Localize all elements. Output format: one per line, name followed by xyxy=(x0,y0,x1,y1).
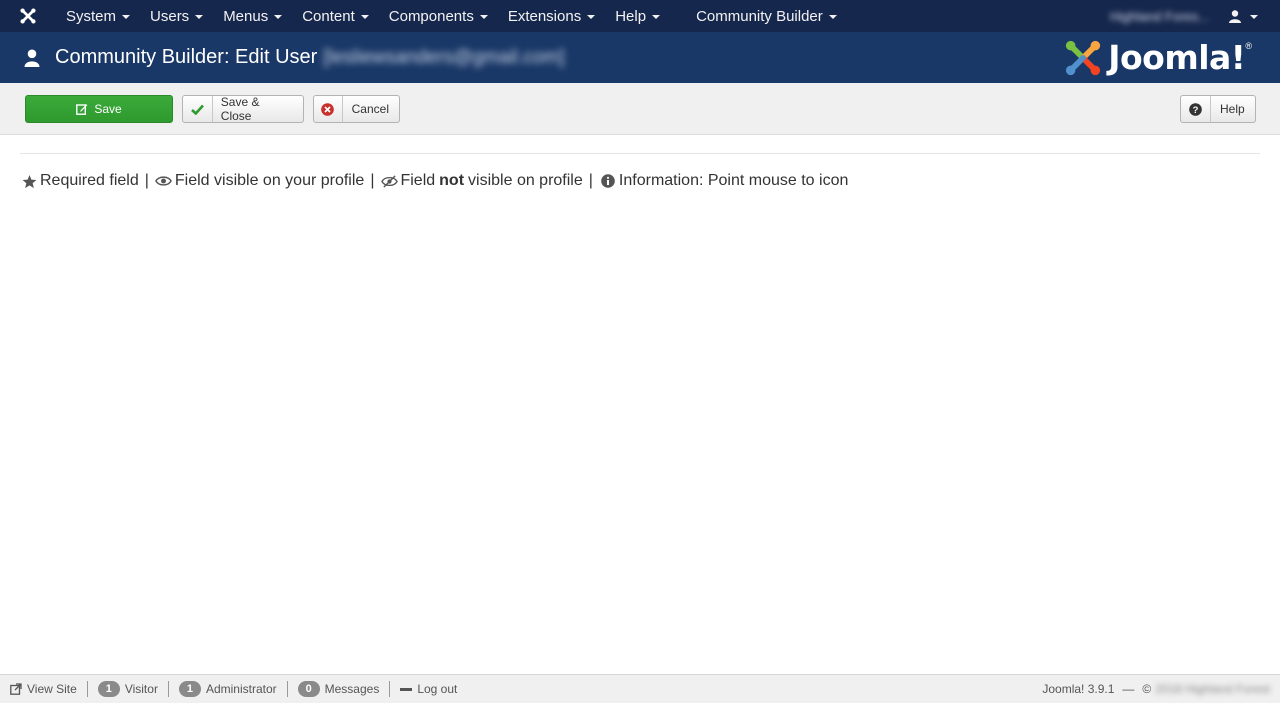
administrator-status[interactable]: 1 Administrator xyxy=(167,681,287,697)
eye-icon xyxy=(155,172,173,190)
page-title: Community Builder: Edit User xyxy=(55,46,318,68)
legend-not-visible-bold: not xyxy=(439,172,465,189)
main-menu: System Users Menus Content Components Ex… xyxy=(56,0,847,32)
legend-info: Information: Point mouse to icon xyxy=(618,172,849,189)
menu-system-label: System xyxy=(66,7,117,25)
field-legend: Required field | Field visible on your p… xyxy=(20,172,848,190)
legend-separator: | xyxy=(144,172,149,189)
chevron-down-icon xyxy=(1250,15,1258,19)
legend-not-visible-pre: Field xyxy=(400,172,436,189)
check-icon xyxy=(183,96,213,122)
cancel-label: Cancel xyxy=(351,102,389,116)
chevron-down-icon xyxy=(274,15,283,19)
visitor-label: Visitor xyxy=(124,682,158,696)
menu-components-label: Components xyxy=(388,7,474,25)
registered-mark: ® xyxy=(1245,40,1252,51)
visitor-status[interactable]: 1 Visitor xyxy=(86,681,168,697)
admin-menubar: System Users Menus Content Components Ex… xyxy=(0,0,1280,32)
menu-extensions-label: Extensions xyxy=(507,7,582,25)
star-icon xyxy=(20,172,38,190)
chevron-down-icon xyxy=(360,15,369,19)
legend-required: Required field xyxy=(40,172,139,189)
menu-community-builder-label: Community Builder xyxy=(696,7,823,25)
menu-help-label: Help xyxy=(615,7,647,25)
legend-not-visible-post: visible on profile xyxy=(468,172,583,189)
nav-right: Highland Fores... xyxy=(1110,0,1280,32)
logout-label: Log out xyxy=(417,682,458,696)
menu-menus[interactable]: Menus xyxy=(213,0,292,32)
user-icon xyxy=(24,49,40,67)
copyright-symbol: © xyxy=(1142,682,1152,696)
cancel-button[interactable]: Cancel xyxy=(313,95,400,123)
eye-slash-icon xyxy=(380,172,398,190)
minus-icon xyxy=(400,687,413,691)
external-link-icon xyxy=(10,683,22,695)
messages-status[interactable]: 0 Messages xyxy=(286,681,390,697)
chevron-down-icon xyxy=(195,15,204,19)
help-button[interactable]: ? Help xyxy=(1180,95,1256,123)
messages-count-badge: 0 xyxy=(297,681,320,697)
legend-separator: | xyxy=(588,172,593,189)
menu-users[interactable]: Users xyxy=(140,0,213,32)
menu-system[interactable]: System xyxy=(56,0,140,32)
save-button[interactable]: Save xyxy=(25,95,173,123)
copyright-text: 2018 Highland Forest xyxy=(1155,682,1270,696)
menu-users-label: Users xyxy=(150,7,190,25)
help-label: Help xyxy=(1220,102,1245,116)
joomla-logo-icon xyxy=(1066,40,1101,75)
page-header: Community Builder: Edit User [lesliewsan… xyxy=(0,32,1280,83)
joomla-logo: Joomla! ® xyxy=(1064,38,1252,77)
cancel-icon xyxy=(314,96,343,122)
chevron-down-icon xyxy=(479,15,488,19)
joomla-version: Joomla! 3.9.1 xyxy=(1042,682,1115,696)
visitor-count-badge: 1 xyxy=(97,681,120,697)
edit-icon xyxy=(76,96,88,122)
user-menu[interactable] xyxy=(1229,9,1258,23)
chevron-down-icon xyxy=(122,15,131,19)
logout-link[interactable]: Log out xyxy=(389,681,467,697)
messages-label: Messages xyxy=(324,682,380,696)
menu-components[interactable]: Components xyxy=(379,0,498,32)
question-icon: ? xyxy=(1181,96,1211,122)
view-site-link[interactable]: View Site xyxy=(0,681,87,697)
user-icon xyxy=(1229,9,1241,23)
content-divider xyxy=(20,153,1260,154)
legend-separator: | xyxy=(370,172,375,189)
save-close-label: Save & Close xyxy=(220,95,260,123)
info-icon xyxy=(599,172,617,190)
save-label: Save xyxy=(94,102,122,116)
site-name-link[interactable]: Highland Fores... xyxy=(1110,9,1209,24)
toolbar: Save Save & Close Cancel ? Help xyxy=(0,83,1280,135)
menu-menus-label: Menus xyxy=(223,7,269,25)
chevron-down-icon xyxy=(587,15,596,19)
chevron-down-icon xyxy=(652,15,661,19)
admin-count-badge: 1 xyxy=(178,681,201,697)
menu-content-label: Content xyxy=(302,7,355,25)
joomla-brand-icon[interactable] xyxy=(0,0,56,32)
chevron-down-icon xyxy=(828,15,837,19)
footer-version: Joomla! 3.9.1 — © 2018 Highland Forest xyxy=(1042,675,1270,703)
menu-extensions[interactable]: Extensions xyxy=(498,0,605,32)
menu-help[interactable]: Help xyxy=(605,0,670,32)
menu-community-builder[interactable]: Community Builder xyxy=(686,0,847,32)
view-site-label: View Site xyxy=(27,682,77,696)
svg-text:?: ? xyxy=(1193,105,1199,116)
admin-label: Administrator xyxy=(205,682,277,696)
status-bar: View Site 1 Visitor 1 Administrator 0 Me… xyxy=(0,674,1280,703)
user-email: [lesliewsanders@gmail.com] xyxy=(323,46,565,68)
joomla-wordmark: Joomla! xyxy=(1108,38,1246,77)
menu-content[interactable]: Content xyxy=(292,0,379,32)
save-close-button[interactable]: Save & Close xyxy=(182,95,304,123)
footer-dash: — xyxy=(1122,682,1135,696)
legend-visible: Field visible on your profile xyxy=(174,172,365,189)
